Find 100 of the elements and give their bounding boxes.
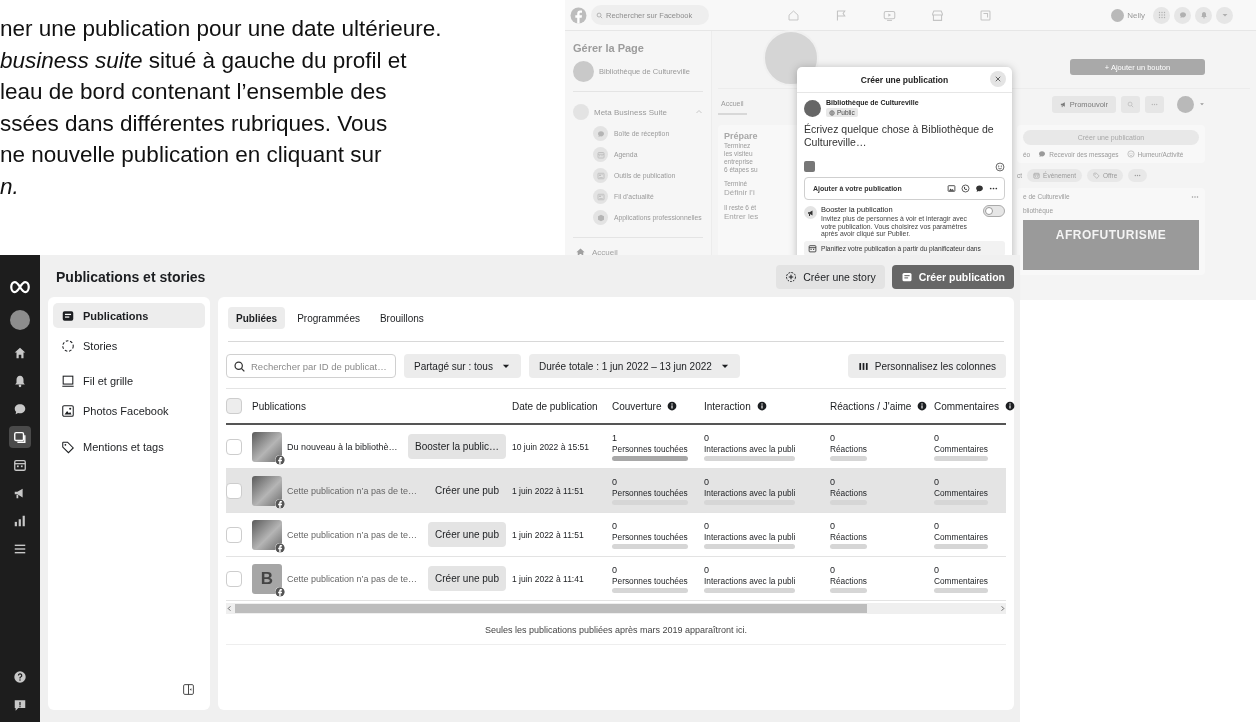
metric-label: Interactions avec la publi <box>704 487 796 499</box>
metric-label: Interactions avec la publi <box>704 443 796 455</box>
checkbox[interactable] <box>226 526 242 543</box>
messenger-button[interactable] <box>1174 6 1191 24</box>
chevron-right-icon[interactable] <box>999 605 1006 612</box>
customize-columns-button[interactable]: Personnalisez les colonnes <box>847 354 1006 378</box>
columns-icon <box>857 360 869 372</box>
info-icon[interactable] <box>756 401 767 411</box>
metric-value: 0 <box>612 476 618 487</box>
metric-value: 0 <box>830 520 836 531</box>
notifications-button[interactable] <box>1195 6 1212 24</box>
metric-value: 0 <box>934 520 940 531</box>
page-avatar[interactable] <box>10 310 30 330</box>
dropdown[interactable]: Durée totale : 1 jun 2022 – 13 jun 2022 <box>528 354 740 378</box>
search-icon <box>596 11 603 19</box>
metric-label: Interactions avec la publi <box>704 531 796 543</box>
table-row[interactable]: B Cette publication n’a pas de te… Créer une pub 1 juin 2022 à 11:41 0 Personnes touchées 0 Interactions avec la publi 0 Réactions 0 Commentaires <box>226 557 1006 601</box>
sidebar-item[interactable]: Fil et grille <box>53 368 205 393</box>
table-row[interactable]: Cette publication n’a pas de te… Créer une pub 1 juin 2022 à 11:51 0 Personnes touchées 0 Interactions avec la publi 0 Réactions 0 Commentaires <box>226 469 1006 513</box>
create-post-button[interactable]: Créer publication <box>891 265 1014 289</box>
post-text[interactable]: Cette publication n’a pas de te… <box>287 485 424 496</box>
checkbox[interactable] <box>226 398 242 414</box>
post-text[interactable]: Cette publication n’a pas de te… <box>287 529 424 540</box>
text-line: ner une publication pour une date ultérieure. <box>0 15 442 43</box>
post-action-button[interactable]: Créer une pub <box>428 522 506 547</box>
tools-icon <box>596 171 605 180</box>
plus-icon <box>785 271 798 283</box>
dropdown[interactable]: Partagé sur : tous <box>404 354 521 378</box>
metric-value: 0 <box>704 520 710 531</box>
store-icon[interactable] <box>931 8 944 22</box>
sidebar-item[interactable]: Mentions et tags <box>53 434 205 459</box>
image-caption: AFROFUTURISME <box>1055 228 1167 242</box>
chat-bubble-icon[interactable] <box>975 184 984 193</box>
sidebar-item[interactable]: Photos Facebook <box>53 398 205 423</box>
logo-icon <box>275 586 285 597</box>
post-action-button[interactable]: Booster la public… <box>408 434 506 459</box>
logo-icon <box>275 498 285 509</box>
checkbox[interactable] <box>226 570 242 587</box>
square-icon[interactable] <box>979 8 992 22</box>
metric-value: 0 <box>704 476 710 487</box>
avatar[interactable] <box>1177 95 1194 113</box>
avatar <box>1111 8 1125 22</box>
video-icon[interactable] <box>883 8 896 22</box>
post-text[interactable]: Cette publication n’a pas de te… <box>287 573 424 584</box>
metric-value: 0 <box>934 564 940 575</box>
metric-label: Personnes touchées <box>612 443 688 455</box>
toggle-switch[interactable] <box>983 205 1005 217</box>
search-button[interactable] <box>1121 95 1140 113</box>
tab[interactable]: Brouillons <box>371 307 432 329</box>
flag-icon[interactable] <box>835 8 848 22</box>
post-text-field[interactable]: Écrivez quelque chose à Bibliothèque de Cultureville… <box>804 123 1005 159</box>
info-icon[interactable] <box>667 401 678 411</box>
horizontal-scrollbar[interactable] <box>226 603 1006 614</box>
caret-icon[interactable] <box>1199 101 1205 107</box>
photo-placeholder <box>252 475 282 506</box>
column-header: Couverture <box>612 400 662 412</box>
photo-placeholder <box>252 519 282 550</box>
table-cell-text: 1 juin 2022 à 11:41 <box>512 573 585 584</box>
step-label: Entrer les <box>724 212 760 221</box>
chevron-left-icon[interactable] <box>226 605 233 612</box>
megaphone-icon <box>1059 100 1067 108</box>
metric-value: 0 <box>934 432 940 443</box>
caret-icon <box>1220 11 1229 19</box>
info-icon[interactable] <box>1005 401 1016 411</box>
grid-icon <box>1157 11 1166 19</box>
checkbox[interactable] <box>226 438 242 455</box>
checkbox[interactable] <box>226 482 242 499</box>
panel-toggle-icon[interactable] <box>182 683 195 696</box>
metric-value: 0 <box>612 564 618 575</box>
table-row[interactable]: Cette publication n’a pas de te… Créer une pub 1 juin 2022 à 11:51 0 Personnes touchées 0 Interactions avec la publi 0 Réactions 0 Commentaires <box>226 513 1006 557</box>
calendar-icon <box>596 150 605 159</box>
sidebar-item[interactable]: Stories <box>53 333 205 358</box>
metric-value: 0 <box>934 476 940 487</box>
text-line: n. <box>0 172 19 201</box>
post-action-button[interactable]: Créer une pub <box>428 566 506 591</box>
smiley-icon[interactable] <box>995 161 1005 172</box>
metric-label: Commentaires <box>934 531 988 543</box>
create-story-button[interactable]: Créer une story <box>776 265 885 289</box>
tab[interactable]: Programmées <box>289 307 368 329</box>
menu-grid-button[interactable] <box>1153 6 1170 24</box>
newsfeed-icon <box>596 192 605 201</box>
text-style-icon[interactable] <box>804 161 815 172</box>
metric-value: 0 <box>830 476 836 487</box>
tab[interactable]: Publiées <box>228 307 286 329</box>
close-button[interactable] <box>990 71 1006 87</box>
metric-label: Personnes touchées <box>612 531 688 543</box>
post-text[interactable]: Du nouveau à la bibliothè… <box>287 441 404 452</box>
text-line: ssées dans différentes rubriques. Vous <box>0 109 388 138</box>
posts-icon[interactable] <box>9 426 31 448</box>
metric-label: Commentaires <box>934 443 988 455</box>
search-field[interactable]: Rechercher par ID de publicat… <box>226 354 396 378</box>
close-icon <box>994 75 1002 83</box>
logo-icon <box>275 542 285 553</box>
image-icon[interactable] <box>947 184 956 193</box>
sidebar-item[interactable]: Publications <box>53 303 205 328</box>
page-title: Gérer la Page <box>573 42 645 54</box>
info-icon[interactable] <box>917 401 928 411</box>
metric-label: Réactions <box>830 443 867 455</box>
page-title: Publications et stories <box>56 269 206 285</box>
phone-icon[interactable] <box>961 184 970 193</box>
